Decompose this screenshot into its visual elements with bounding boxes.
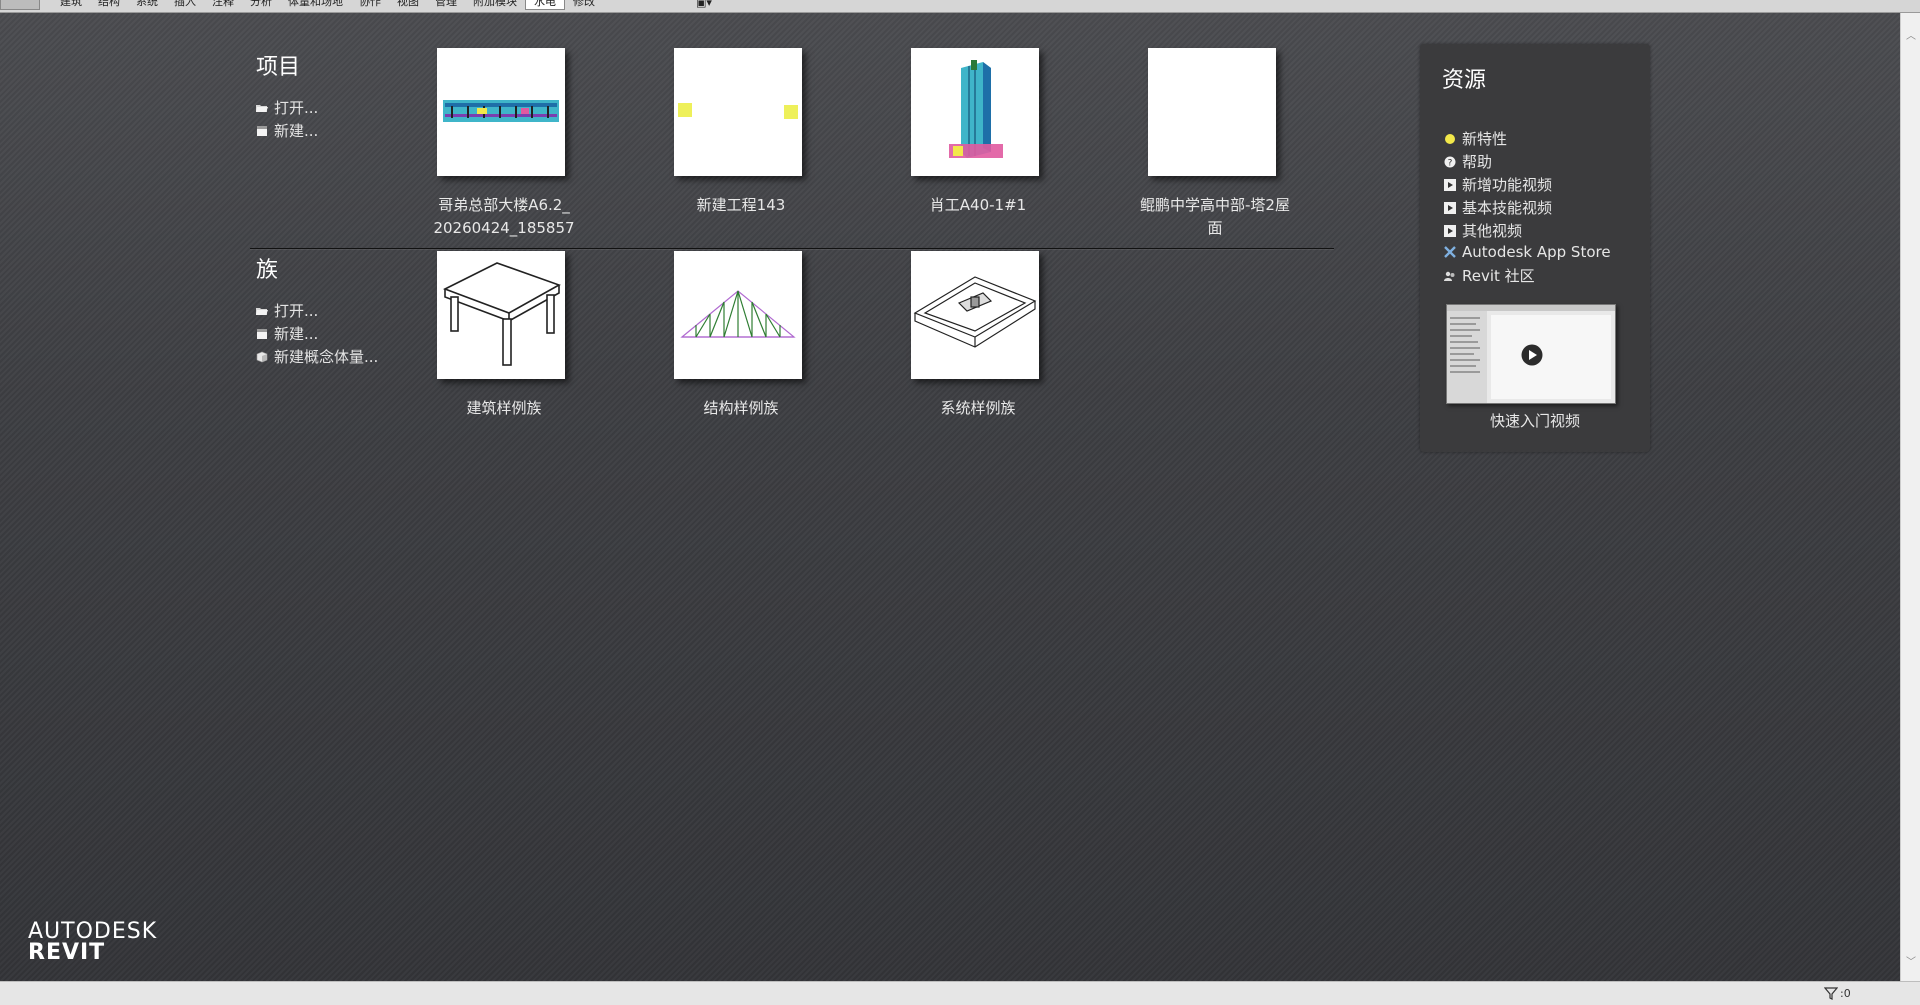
project-thumb-1-label: 哥弟总部大楼A6.2_ 20260424_185857 [409, 194, 599, 240]
new-conceptual-mass-label: 新建概念体量... [274, 348, 379, 366]
project-thumb-2[interactable] [674, 48, 802, 176]
autodesk-revit-logo: AUTODESK REVIT [28, 919, 157, 965]
resource-link-label: Autodesk App Store [1462, 243, 1611, 261]
tab-architecture[interactable]: 建筑 [52, 0, 90, 10]
mass-cube-icon [256, 351, 268, 362]
resource-link-label: 帮助 [1462, 153, 1493, 171]
resource-link-help[interactable]: ? 帮助 [1444, 151, 1492, 172]
resources-title: 资源 [1442, 68, 1487, 93]
family-thumb-2[interactable] [674, 251, 802, 379]
quick-access-dropdown-icon[interactable]: ▣▾ [696, 0, 712, 9]
resource-link-label: 新增功能视频 [1462, 176, 1553, 194]
project-thumb-4-label: 鲲鹏中学高中部-塔2屋 面 [1120, 194, 1310, 240]
tab-analyze[interactable]: 分析 [242, 0, 280, 10]
tab-mep[interactable]: 水电 [525, 0, 565, 10]
resource-link-app-store[interactable]: Autodesk App Store [1444, 243, 1611, 261]
quick-start-video-label: 快速入门视频 [1489, 412, 1580, 430]
family-name: 系统样例族 [940, 399, 1016, 417]
folder-open-icon [256, 307, 268, 315]
app-store-icon [1444, 246, 1456, 258]
resource-link-essential-skills-videos[interactable]: 基本技能视频 [1444, 197, 1552, 218]
new-conceptual-mass-link[interactable]: 新建概念体量... [256, 346, 378, 367]
resource-link-label: 新特性 [1462, 130, 1508, 148]
ribbon-tabs: 建筑 结构 系统 插入 注释 分析 体量和场地 协作 视图 管理 附加模块 水电… [52, 0, 603, 10]
resource-link-new-feature-videos[interactable]: 新增功能视频 [1444, 174, 1552, 195]
play-icon [1444, 224, 1456, 237]
quick-start-video-thumbnail[interactable] [1446, 304, 1616, 404]
resource-link-other-videos[interactable]: 其他视频 [1444, 220, 1522, 241]
family-thumb-1[interactable] [437, 251, 565, 379]
family-thumb-3[interactable] [911, 251, 1039, 379]
selection-filter[interactable]: :0 [1824, 986, 1851, 1000]
scroll-down-icon[interactable]: ﹀ [1906, 953, 1916, 968]
project-plan-preview [443, 100, 559, 122]
project-open-link[interactable]: 打开... [256, 97, 318, 118]
family-thumb-2-label: 结构样例族 [646, 397, 836, 420]
resources-panel: 资源 新特性 ? 帮助 新增功能视频 基本技能视频 其他视频 Autodesk … [1420, 44, 1650, 452]
tab-insert[interactable]: 插入 [166, 0, 204, 10]
resource-link-label: 其他视频 [1462, 222, 1523, 240]
community-icon [1444, 271, 1455, 281]
family-thumb-3-label: 系统样例族 [883, 397, 1073, 420]
family-new-link[interactable]: 新建... [256, 323, 318, 344]
folder-open-icon [256, 104, 268, 112]
family-open-label: 打开... [274, 302, 319, 320]
resource-link-label: 基本技能视频 [1462, 199, 1553, 217]
vertical-scrollbar[interactable]: ︿ ﹀ [1900, 13, 1920, 981]
tab-structure[interactable]: 结构 [90, 0, 128, 10]
empty-preview [1148, 48, 1276, 176]
project-name: 哥弟总部大楼A6.2_ 20260424_185857 [433, 196, 575, 237]
svg-text:?: ? [1448, 158, 1453, 168]
projects-title: 项目 [256, 55, 301, 80]
project-new-label: 新建... [274, 122, 319, 140]
play-icon [1444, 178, 1456, 191]
application-menu-button[interactable] [0, 0, 40, 10]
tab-manage[interactable]: 管理 [427, 0, 465, 10]
project-thumb-3[interactable] [911, 48, 1039, 176]
tab-systems[interactable]: 系统 [128, 0, 166, 10]
table-preview [443, 262, 561, 366]
project-thumb-4[interactable] [1148, 48, 1276, 176]
new-file-icon [257, 328, 267, 339]
resource-link-label: Revit 社区 [1462, 267, 1535, 285]
family-thumb-1-label: 建筑样例族 [409, 397, 599, 420]
project-name: 新建工程143 [696, 196, 786, 214]
start-page: 项目 打开... 新建... 哥弟总部大楼A6.2_ 20260424_1858… [0, 13, 1900, 981]
tab-annotate[interactable]: 注释 [204, 0, 242, 10]
project-thumb-1[interactable] [437, 48, 565, 176]
play-icon [1444, 201, 1456, 214]
tab-view[interactable]: 视图 [389, 0, 427, 10]
project-open-label: 打开... [274, 99, 319, 117]
tab-massing-site[interactable]: 体量和场地 [280, 0, 351, 10]
ribbon: 建筑 结构 系统 插入 注释 分析 体量和场地 协作 视图 管理 附加模块 水电… [0, 0, 1920, 13]
project-plan-preview [678, 103, 798, 119]
building-3d-preview [949, 60, 1003, 158]
family-open-link[interactable]: 打开... [256, 300, 318, 321]
family-new-label: 新建... [274, 325, 319, 343]
families-title: 族 [256, 258, 279, 283]
family-name: 建筑样例族 [466, 399, 542, 417]
tab-modify[interactable]: 修改 [565, 0, 603, 10]
help-icon: ? [1444, 156, 1456, 168]
resource-link-revit-community[interactable]: Revit 社区 [1444, 265, 1535, 286]
family-name: 结构样例族 [703, 399, 779, 417]
project-name: 鲲鹏中学高中部-塔2屋 面 [1140, 196, 1290, 237]
play-icon [1521, 344, 1543, 366]
filter-icon [1824, 987, 1838, 1000]
scroll-up-icon[interactable]: ︿ [1906, 27, 1916, 42]
project-thumb-3-label: 肖工A40-1#1 [883, 194, 1073, 217]
section-divider [250, 248, 1334, 249]
status-bar: :0 [0, 981, 1920, 1005]
tab-addins[interactable]: 附加模块 [465, 0, 525, 10]
new-file-icon [257, 125, 267, 136]
project-thumb-2-label: 新建工程143 [646, 194, 836, 217]
truss-preview [680, 290, 796, 338]
project-new-link[interactable]: 新建... [256, 120, 318, 141]
tab-collaborate[interactable]: 协作 [351, 0, 389, 10]
project-name: 肖工A40-1#1 [929, 196, 1027, 214]
system-box-preview [913, 276, 1037, 348]
lightbulb-icon [1445, 133, 1455, 144]
filter-count: :0 [1840, 986, 1851, 1000]
resource-link-whats-new[interactable]: 新特性 [1444, 128, 1507, 149]
